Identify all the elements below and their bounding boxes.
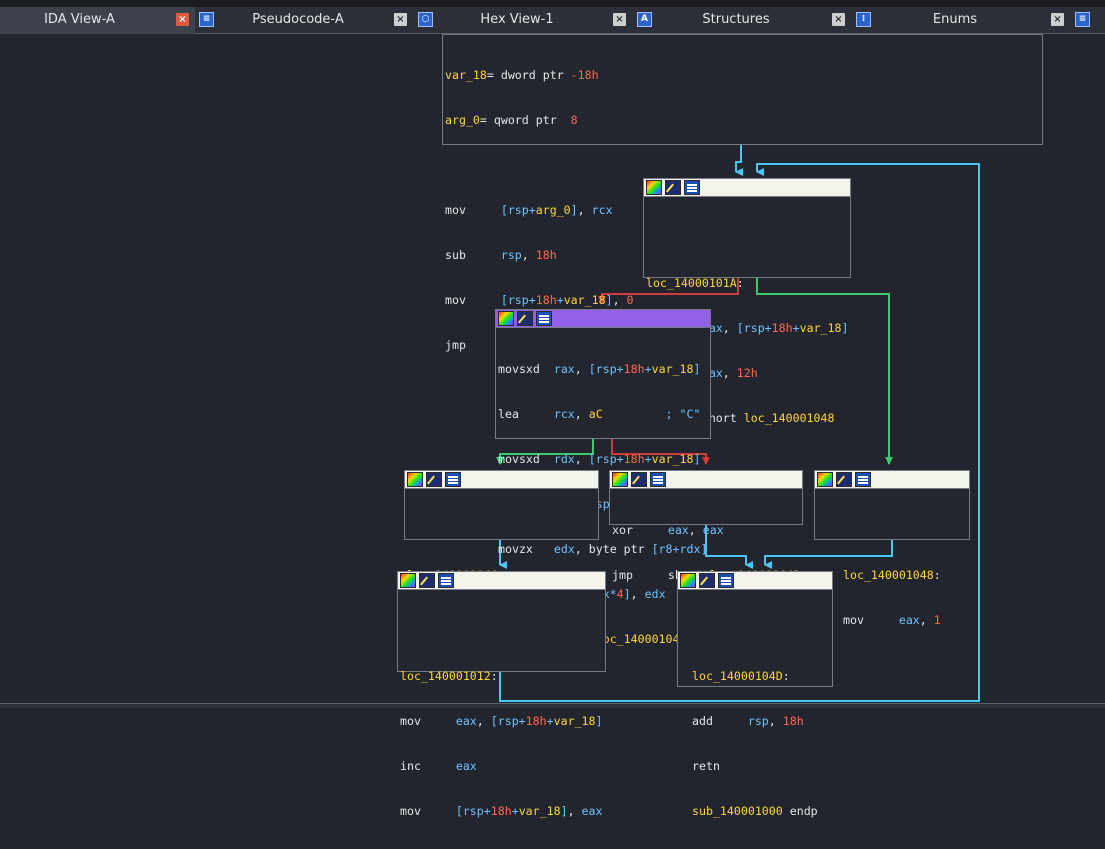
code-line: loc_140001012: <box>400 669 498 683</box>
node-color-icon[interactable] <box>612 472 628 487</box>
bottom-tab-strip <box>0 703 1105 708</box>
code-line: xor eax, eax <box>612 523 724 537</box>
code-line: mov [rsp+18h+var_18], eax <box>400 804 603 818</box>
node-rename-icon[interactable] <box>665 180 681 195</box>
node-collapse-icon[interactable] <box>718 573 734 588</box>
node-collapse-icon[interactable] <box>445 472 461 487</box>
code-line: movsxd rdx, [rsp+18h+var_18] <box>498 452 701 466</box>
graph-node-loc-140001046[interactable]: loc_140001046: jmp short loc_140001012 <box>404 470 599 627</box>
node-rename-icon[interactable] <box>631 472 647 487</box>
node-color-icon[interactable] <box>817 472 833 487</box>
code-line: mov eax, [rsp+18h+var_18] <box>400 714 603 728</box>
node-collapse-icon[interactable] <box>650 472 666 487</box>
code-line: movsxd rax, [rsp+18h+var_18] <box>498 362 701 376</box>
node-header <box>678 572 832 590</box>
graph-node-compare-block[interactable]: movsxd rax, [rsp+18h+var_18] lea rcx, aC… <box>495 309 711 646</box>
code-line: add rsp, 18h <box>692 714 804 728</box>
node-rename-icon[interactable] <box>699 573 715 588</box>
graph-node-xor-block[interactable]: xor eax, eax jmp short loc_14000104D <box>609 470 803 582</box>
node-rename-icon[interactable] <box>836 472 852 487</box>
node-header-selected <box>496 310 710 328</box>
code-line: loc_14000101A: <box>646 276 744 290</box>
code-line: loc_140001048: <box>843 568 941 582</box>
graph-node-loc-14000104d[interactable]: loc_14000104D: add rsp, 18h retn sub_140… <box>677 571 833 818</box>
code-line: loc_14000104D: <box>692 669 790 683</box>
edge-entry-to-loop <box>735 145 743 176</box>
node-header <box>405 471 598 489</box>
graph-node-loc-140001012[interactable]: loc_140001012: mov eax, [rsp+18h+var_18]… <box>397 571 606 818</box>
code-line: mov [rsp+18h+var_18], 0 <box>445 293 634 307</box>
code-line: sub rsp, 18h <box>445 248 557 262</box>
node-collapse-icon[interactable] <box>438 573 454 588</box>
node-header <box>610 471 802 489</box>
node-rename-icon[interactable] <box>426 472 442 487</box>
node-collapse-icon[interactable] <box>684 180 700 195</box>
node-collapse-icon[interactable] <box>855 472 871 487</box>
node-header <box>398 572 605 590</box>
code-line: arg_0= qword ptr 8 <box>445 113 578 127</box>
node-color-icon[interactable] <box>646 180 662 195</box>
node-rename-icon[interactable] <box>419 573 435 588</box>
graph-node-loc-14000101a[interactable]: loc_14000101A: movsxd rax, [rsp+18h+var_… <box>643 178 851 425</box>
code-line: mov [rsp+arg_0], rcx <box>445 203 613 217</box>
code-line: inc eax <box>400 759 477 773</box>
node-rename-icon[interactable] <box>517 311 533 326</box>
node-color-icon[interactable] <box>407 472 423 487</box>
code-line: retn <box>692 759 720 773</box>
node-header <box>815 471 969 489</box>
graph-node-entry[interactable]: var_18= dword ptr -18h arg_0= qword ptr … <box>442 34 1043 352</box>
code-line: mov eax, 1 <box>843 613 941 627</box>
node-header <box>644 179 850 197</box>
node-code: loc_14000104D: add rsp, 18h retn sub_140… <box>692 594 818 849</box>
code-line: lea rcx, aC ; "C" <box>498 407 701 421</box>
graph-node-loc-140001048[interactable]: loc_140001048: mov eax, 1 <box>814 470 970 627</box>
node-color-icon[interactable] <box>680 573 696 588</box>
node-color-icon[interactable] <box>400 573 416 588</box>
code-line: var_18= dword ptr -18h <box>445 68 599 82</box>
node-code: loc_140001048: mov eax, 1 <box>843 493 941 658</box>
code-line: sub_140001000 endp <box>692 804 818 818</box>
node-code: loc_140001012: mov eax, [rsp+18h+var_18]… <box>400 594 602 849</box>
node-collapse-icon[interactable] <box>536 311 552 326</box>
node-color-icon[interactable] <box>498 311 514 326</box>
